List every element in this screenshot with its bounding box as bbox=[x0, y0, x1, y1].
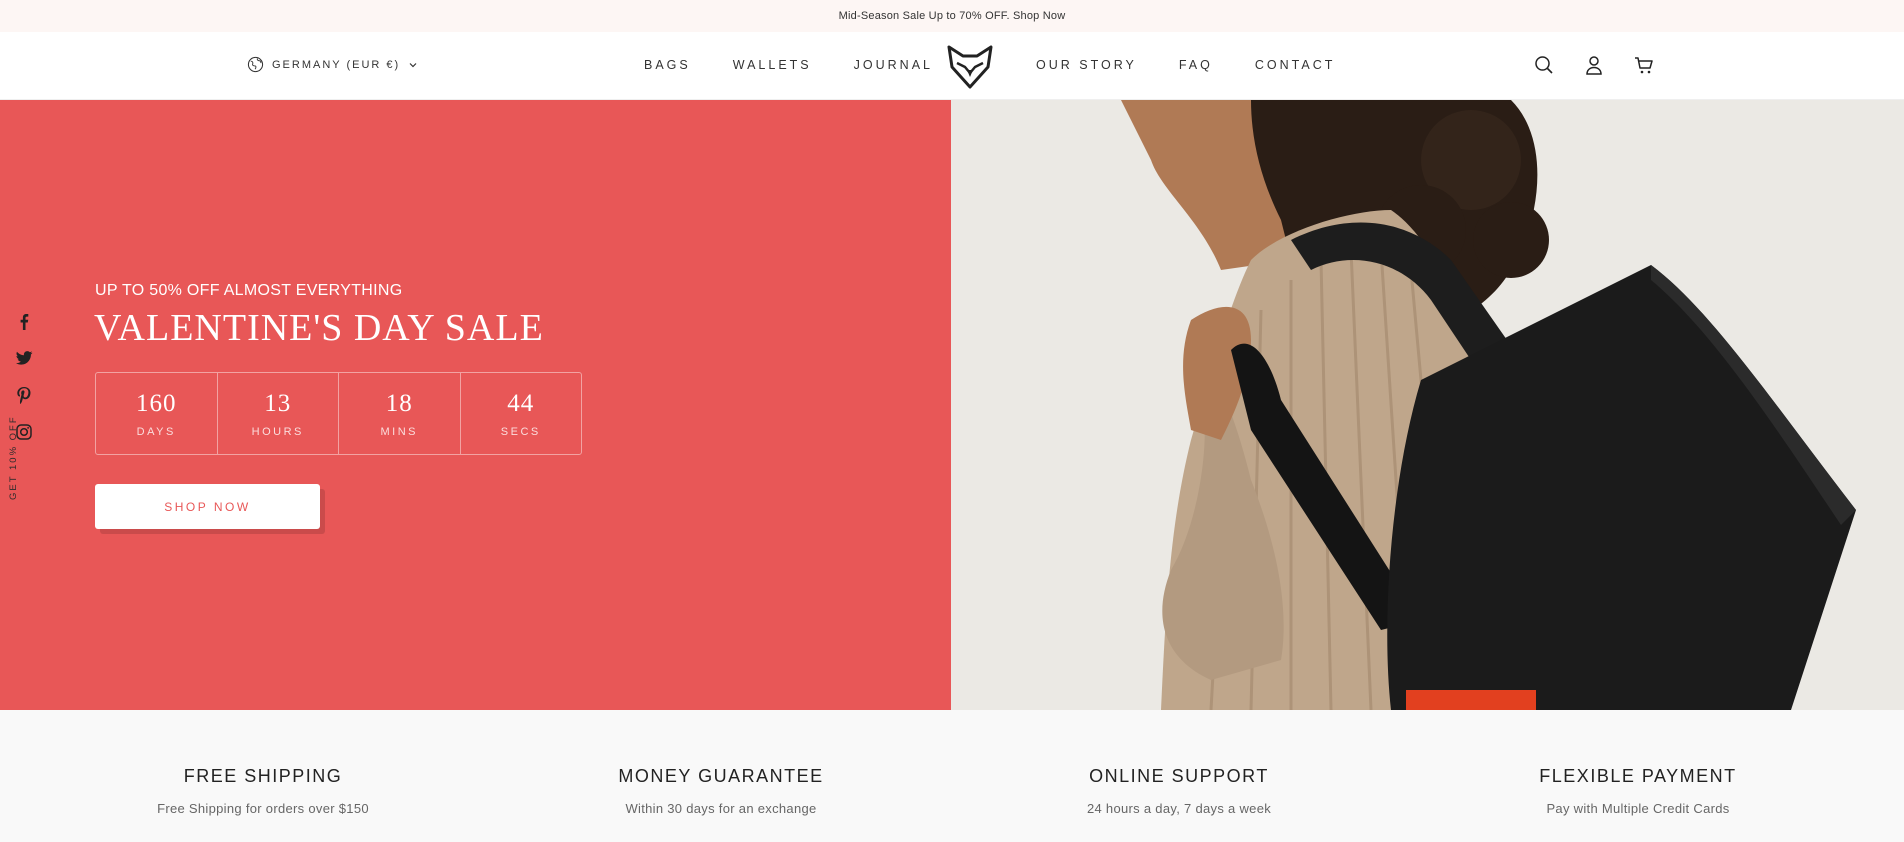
feature-subtitle: Within 30 days for an exchange bbox=[625, 801, 817, 816]
countdown-timer: 160 DAYS 13 HOURS 18 MINS 44 SECS bbox=[95, 372, 582, 455]
announcement-bar[interactable]: Mid-Season Sale Up to 70% OFF. Shop Now bbox=[0, 0, 1904, 32]
chevron-down-icon bbox=[408, 60, 418, 70]
pinterest-icon[interactable] bbox=[15, 385, 33, 405]
fox-head-logo-icon[interactable] bbox=[945, 43, 995, 91]
nav-item-our-story[interactable]: OUR STORY bbox=[1036, 58, 1137, 72]
site-header: GERMANY (EUR €) BAGS WALLETS JOURNAL OUR… bbox=[0, 32, 1904, 100]
countdown-mins: 18 MINS bbox=[339, 373, 461, 454]
hero-product-image[interactable] bbox=[951, 100, 1904, 710]
hero-eyebrow: UP TO 50% OFF ALMOST EVERYTHING bbox=[95, 282, 403, 299]
countdown-hours-value: 13 bbox=[264, 389, 292, 417]
feature-flexible-payment: FLEXIBLE PAYMENT Pay with Multiple Credi… bbox=[1488, 766, 1788, 816]
countdown-hours: 13 HOURS bbox=[218, 373, 339, 454]
countdown-days: 160 DAYS bbox=[96, 373, 218, 454]
nav-item-faq[interactable]: FAQ bbox=[1179, 58, 1213, 72]
countdown-mins-value: 18 bbox=[385, 389, 413, 417]
countdown-days-value: 160 bbox=[136, 389, 177, 417]
locale-label: GERMANY (EUR €) bbox=[272, 58, 401, 71]
feature-title: MONEY GUARANTEE bbox=[618, 766, 824, 786]
locale-selector[interactable]: GERMANY (EUR €) bbox=[247, 56, 418, 73]
shop-now-button[interactable]: SHOP NOW bbox=[95, 484, 320, 529]
nav-item-wallets[interactable]: WALLETS bbox=[733, 58, 812, 72]
countdown-hours-label: HOURS bbox=[251, 425, 304, 438]
countdown-secs-label: SECS bbox=[500, 425, 541, 438]
nav-item-bags[interactable]: BAGS bbox=[644, 58, 691, 72]
globe-icon bbox=[247, 56, 264, 73]
feature-title: FLEXIBLE PAYMENT bbox=[1539, 766, 1737, 786]
nav-item-contact[interactable]: CONTACT bbox=[1255, 58, 1336, 72]
woman-with-tote-bag-image bbox=[951, 100, 1904, 710]
feature-subtitle: Pay with Multiple Credit Cards bbox=[1546, 801, 1730, 816]
feature-subtitle: 24 hours a day, 7 days a week bbox=[1086, 801, 1272, 816]
newsletter-promo-tab[interactable]: GET 10% OFF bbox=[8, 415, 19, 500]
countdown-secs: 44 SECS bbox=[461, 373, 582, 454]
search-icon[interactable] bbox=[1532, 53, 1556, 77]
hero-title: VALENTINE'S DAY SALE bbox=[94, 307, 544, 349]
countdown-mins-label: MINS bbox=[380, 425, 418, 438]
cart-icon[interactable] bbox=[1632, 53, 1656, 77]
countdown-secs-value: 44 bbox=[507, 389, 535, 417]
primary-nav-left: BAGS WALLETS JOURNAL bbox=[644, 58, 933, 72]
feature-title: FREE SHIPPING bbox=[183, 766, 343, 786]
features-strip: FREE SHIPPING Free Shipping for orders o… bbox=[0, 710, 1904, 842]
feature-online-support: ONLINE SUPPORT 24 hours a day, 7 days a … bbox=[1029, 766, 1329, 816]
primary-nav-right: OUR STORY FAQ CONTACT bbox=[1036, 58, 1335, 72]
header-actions bbox=[1532, 53, 1656, 77]
feature-title: ONLINE SUPPORT bbox=[1089, 766, 1269, 786]
feature-free-shipping: FREE SHIPPING Free Shipping for orders o… bbox=[113, 766, 413, 816]
announcement-text[interactable]: Mid-Season Sale Up to 70% OFF. Shop Now bbox=[839, 10, 1066, 22]
account-icon[interactable] bbox=[1582, 53, 1606, 77]
feature-money-guarantee: MONEY GUARANTEE Within 30 days for an ex… bbox=[571, 766, 871, 816]
nav-item-journal[interactable]: JOURNAL bbox=[854, 58, 933, 72]
twitter-icon[interactable] bbox=[15, 348, 33, 368]
facebook-icon[interactable] bbox=[15, 311, 33, 331]
feature-subtitle: Free Shipping for orders over $150 bbox=[157, 801, 369, 816]
countdown-days-label: DAYS bbox=[136, 425, 176, 438]
